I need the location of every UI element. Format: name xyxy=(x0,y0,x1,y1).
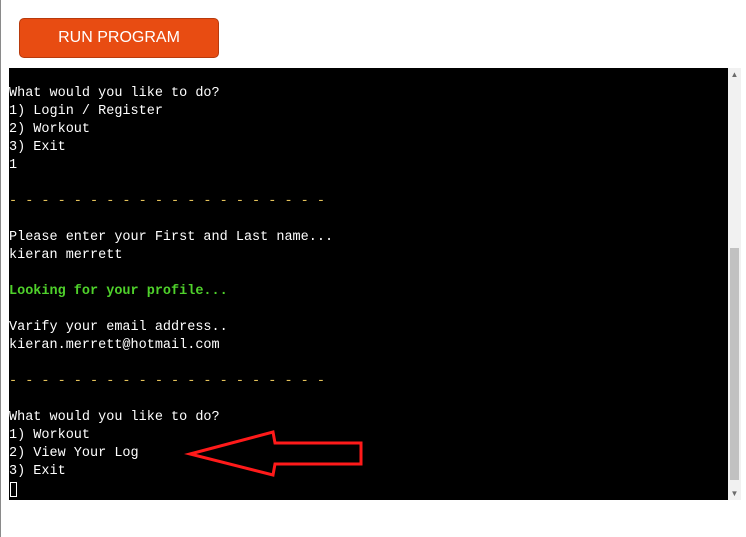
terminal[interactable]: What would you like to do? 1) Login / Reg… xyxy=(9,68,728,500)
terminal-line: kieran merrett xyxy=(9,248,123,263)
terminal-line: Varify your email address.. xyxy=(9,320,228,335)
terminal-line: Looking for your profile... xyxy=(9,284,228,299)
terminal-line: Please enter your First and Last name... xyxy=(9,230,334,245)
terminal-line: kieran.merrett@hotmail.com xyxy=(9,338,220,353)
terminal-line: 3) Exit xyxy=(9,140,66,155)
run-program-button[interactable]: RUN PROGRAM xyxy=(19,18,219,58)
terminal-line: - - - - - - - - - - - - - - - - - - - - xyxy=(9,374,325,389)
left-border xyxy=(0,0,1,537)
terminal-cursor xyxy=(10,482,17,497)
scroll-up-icon[interactable]: ▲ xyxy=(728,68,741,81)
terminal-line: 2) Workout xyxy=(9,122,91,137)
terminal-line: 1) Login / Register xyxy=(9,104,163,119)
scroll-thumb[interactable] xyxy=(730,248,739,480)
scroll-down-icon[interactable]: ▼ xyxy=(728,487,741,500)
terminal-line: What would you like to do? xyxy=(9,86,220,101)
red-arrow-icon xyxy=(184,430,363,477)
terminal-line: What would you like to do? xyxy=(9,410,220,425)
page: RUN PROGRAM What would you like to do? 1)… xyxy=(0,0,746,537)
terminal-output: What would you like to do? 1) Login / Reg… xyxy=(9,85,333,481)
terminal-line: - - - - - - - - - - - - - - - - - - - - xyxy=(9,194,325,209)
terminal-scrollbar[interactable]: ▲ ▼ xyxy=(728,68,741,500)
terminal-line: 1 xyxy=(9,158,18,173)
